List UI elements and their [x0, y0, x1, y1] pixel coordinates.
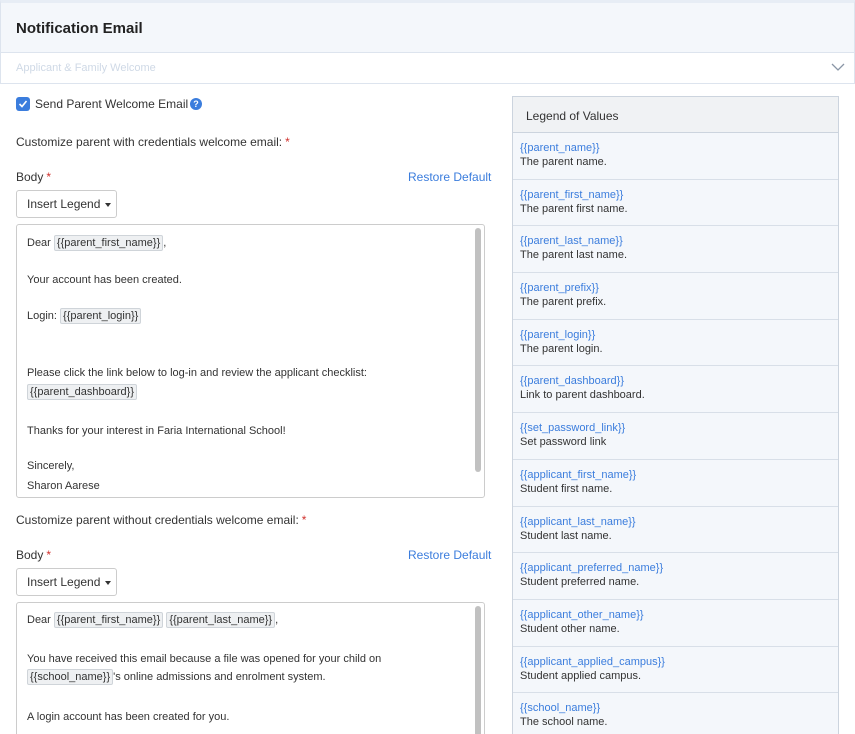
legend-item[interactable]: {{parent_name}} The parent name. — [513, 133, 838, 180]
legend-item[interactable]: {{parent_last_name}} The parent last name… — [513, 226, 838, 274]
legend-description: Student other name. — [520, 622, 620, 635]
send-welcome-label: Send Parent Welcome Email — [35, 97, 189, 111]
legend-code: {{applicant_preferred_name}} — [520, 562, 664, 575]
legend-description: The parent first name. — [520, 202, 628, 215]
editor-scrollbar[interactable] — [475, 228, 481, 472]
editor-scrollbar[interactable] — [475, 606, 481, 734]
legend-item[interactable]: {{applicant_last_name}} Student last name… — [513, 507, 838, 554]
legend-description: Student applied campus. — [520, 669, 642, 682]
legend-item[interactable]: {{parent_prefix}} The parent prefix. — [513, 273, 838, 320]
caret-down-icon — [105, 202, 112, 207]
editor-line: {{parent_dashboard}} — [27, 384, 137, 400]
legend-title: Legend of Values — [513, 97, 838, 133]
editor-line: Dear {{parent_first_name}} {{parent_last… — [27, 612, 279, 628]
chevron-down-icon[interactable] — [830, 61, 846, 73]
legend-item[interactable]: {{parent_login}} The parent login. — [513, 320, 838, 367]
legend-item[interactable]: {{applicant_applied_campus}} Student appl… — [513, 647, 838, 694]
legend-code: {{parent_prefix}} — [520, 282, 599, 295]
legend-code: {{parent_name}} — [520, 142, 600, 154]
insert-legend-button[interactable]: Insert Legend — [16, 190, 117, 218]
required-marker: * — [301, 513, 307, 527]
editor-line: Please click the link below to log-in an… — [27, 367, 367, 379]
legend-code: {{applicant_applied_campus}} — [520, 655, 665, 668]
legend-token: {{parent_last_name}} — [166, 612, 276, 628]
editor-line: Your account has been created. — [27, 274, 182, 286]
required-marker: * — [46, 548, 52, 562]
legend-token: {{parent_login}} — [60, 308, 142, 324]
editor-line: Sharon Aarese — [27, 480, 100, 492]
editor-line: Login: {{parent_login}} — [27, 308, 142, 324]
checkmark-icon — [18, 100, 28, 108]
legend-item[interactable]: {{applicant_other_name}} Student other na… — [513, 600, 838, 647]
legend-item[interactable]: {{applicant_preferred_name}} Student pref… — [513, 553, 838, 600]
without-credentials-label: Customize parent without credentials wel… — [16, 513, 307, 527]
legend-item[interactable]: {{school_name}} The school name. — [513, 693, 838, 734]
legend-description: The school name. — [520, 716, 608, 729]
legend-description: Student preferred name. — [520, 576, 640, 589]
editor-line: {{school_name}}'s online admissions and … — [27, 669, 326, 685]
required-marker: * — [46, 170, 52, 184]
restore-default-link[interactable]: Restore Default — [408, 548, 491, 562]
legend-code: {{school_name}} — [520, 702, 601, 715]
body-label: Body * — [16, 170, 52, 184]
editor-line: You have received this email because a f… — [27, 653, 382, 665]
restore-default-link[interactable]: Restore Default — [408, 170, 491, 184]
send-welcome-checkbox[interactable] — [16, 97, 30, 111]
legend-description: Student first name. — [520, 482, 613, 495]
legend-token: {{parent_first_name}} — [53, 235, 164, 251]
legend-token: {{school_name}} — [27, 669, 114, 685]
legend-description: Link to parent dashboard. — [520, 389, 645, 402]
body-editor-with-credentials[interactable]: Dear {{parent_first_name}}, Your account… — [16, 224, 485, 498]
legend-code: {{parent_last_name}} — [520, 235, 623, 248]
page-title: Notification Email — [16, 20, 143, 37]
legend-item[interactable]: {{parent_dashboard}} Link to parent dashb… — [513, 366, 838, 414]
legend-item[interactable]: {{set_password_link}} Set password link — [513, 413, 838, 460]
legend-code: {{applicant_first_name}} — [520, 468, 637, 481]
legend-description: The parent prefix. — [520, 296, 607, 309]
legend-code: {{applicant_other_name}} — [520, 608, 644, 621]
legend-code: {{parent_login}} — [520, 328, 596, 341]
legend-list: {{parent_name}} The parent name. {{parent_… — [513, 133, 838, 734]
legend-token: {{parent_dashboard}} — [27, 384, 137, 400]
accordion-applicant-family-welcome[interactable]: Applicant & Family Welcome — [0, 53, 855, 84]
legend-description: The parent last name. — [520, 249, 628, 262]
body-label: Body * — [16, 548, 52, 562]
legend-description: The parent name. — [520, 156, 607, 168]
editor-line: A login account has been created for you… — [27, 711, 230, 723]
legend-code: {{parent_first_name}} — [520, 188, 624, 201]
legend-description: Student last name. — [520, 529, 612, 542]
legend-description: The parent login. — [520, 342, 603, 355]
legend-description: Set password link — [520, 436, 607, 449]
legend-token: {{parent_first_name}} — [53, 612, 164, 628]
with-credentials-label: Customize parent with credentials welcom… — [16, 135, 290, 149]
page-header: Notification Email — [0, 0, 855, 53]
legend-item[interactable]: {{applicant_first_name}} Student first na… — [513, 460, 838, 507]
legend-code: {{parent_dashboard}} — [520, 375, 624, 388]
body-editor-without-credentials[interactable]: Dear {{parent_first_name}} {{parent_last… — [16, 602, 485, 734]
accordion-label: Applicant & Family Welcome — [16, 62, 156, 74]
legend-panel: Legend of Values {{parent_name}} The pare… — [512, 96, 839, 734]
legend-item[interactable]: {{parent_first_name}} The parent first na… — [513, 180, 838, 227]
editor-line: Thanks for your interest in Faria Intern… — [27, 425, 286, 437]
legend-code: {{applicant_last_name}} — [520, 515, 636, 528]
help-icon[interactable]: ? — [190, 98, 202, 110]
insert-legend-button[interactable]: Insert Legend — [16, 568, 117, 596]
editor-line: Sincerely, — [27, 460, 75, 472]
editor-line: Dear {{parent_first_name}}, — [27, 235, 167, 251]
legend-code: {{set_password_link}} — [520, 422, 626, 435]
caret-down-icon — [105, 580, 112, 585]
required-marker: * — [285, 135, 290, 149]
